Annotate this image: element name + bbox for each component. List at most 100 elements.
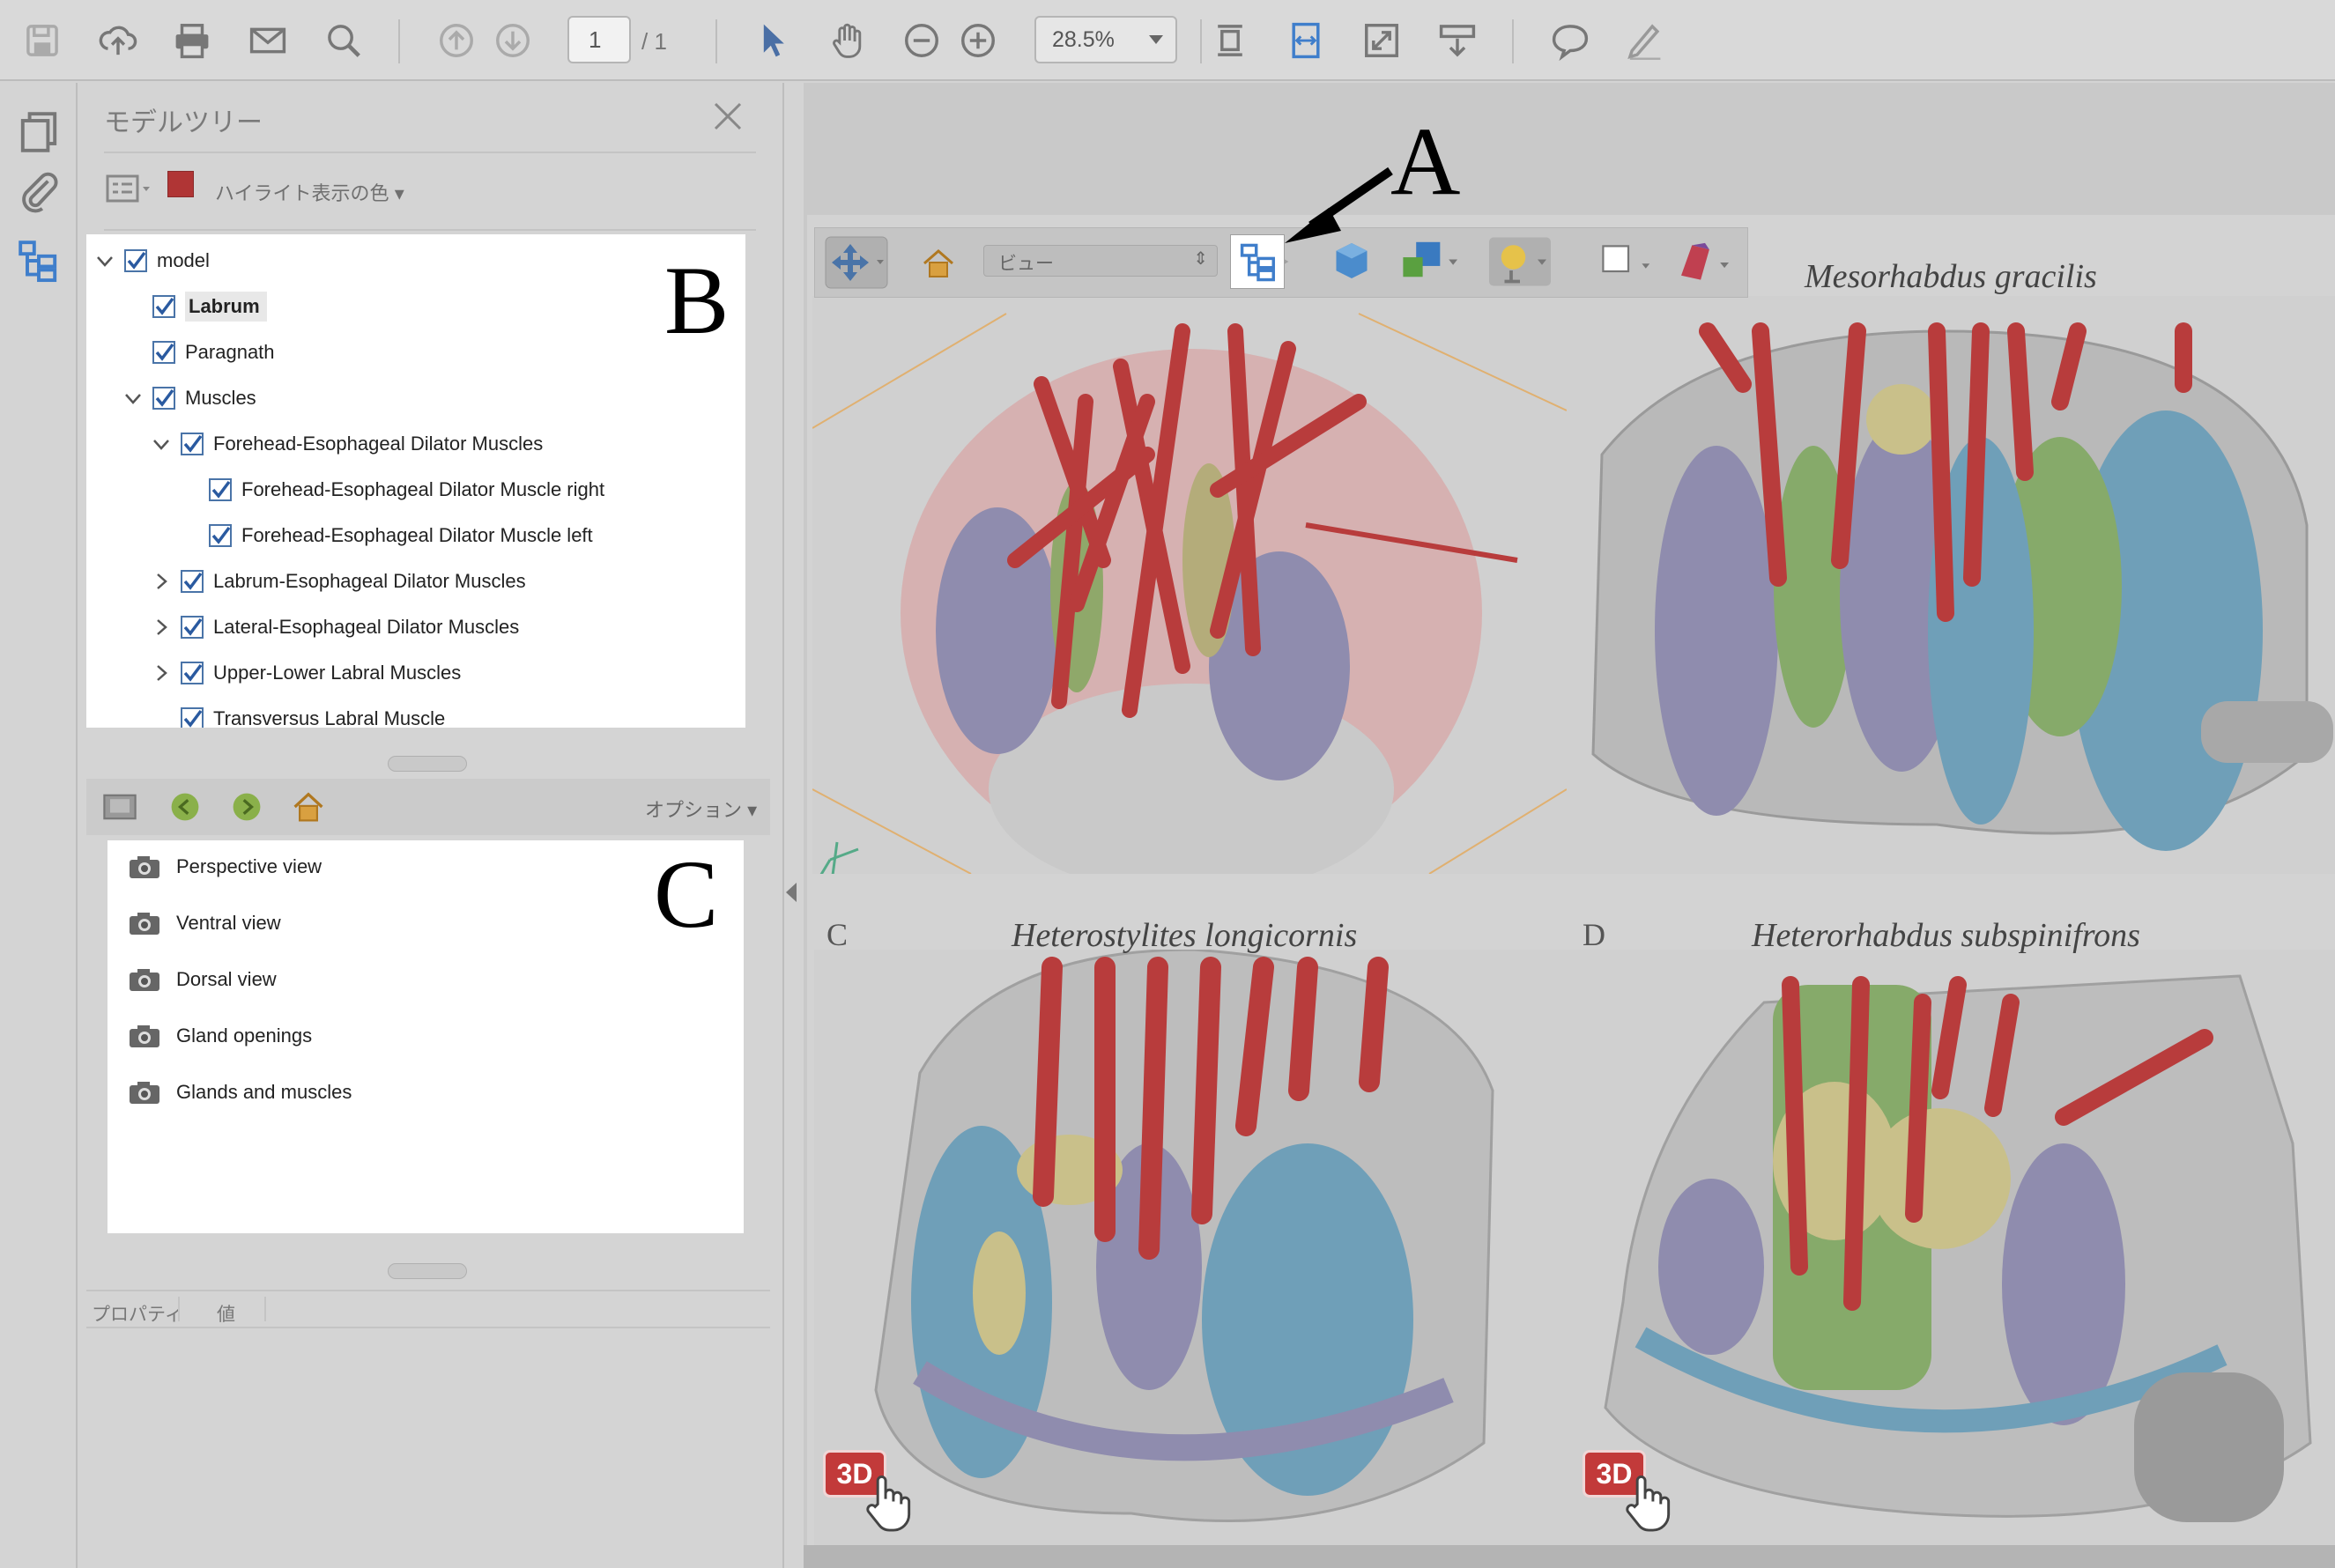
tree-item[interactable]: Upper-Lower Labral Muscles — [152, 654, 461, 692]
checkbox[interactable] — [123, 248, 148, 273]
annotation-b: B — [664, 247, 730, 354]
tree-item[interactable]: Forehead-Esophageal Dilator Muscles — [152, 425, 543, 463]
checkbox[interactable] — [180, 706, 204, 728]
page-total: / 1 — [641, 28, 667, 55]
search-icon[interactable] — [317, 14, 370, 67]
home-icon[interactable] — [921, 246, 956, 281]
fullscreen-icon[interactable] — [1355, 14, 1408, 67]
hand-pointer-icon — [1626, 1475, 1671, 1532]
chevron-down-icon[interactable] — [123, 388, 143, 408]
checkbox[interactable] — [180, 615, 204, 640]
chevron-down-icon[interactable] — [152, 434, 171, 454]
prev-page-icon[interactable] — [430, 14, 483, 67]
horizontal-scrollbar[interactable] — [804, 1545, 2335, 1568]
view-select[interactable]: ビュー ⇕ — [983, 245, 1218, 277]
zoom-level-select[interactable]: 28.5% — [1034, 16, 1177, 63]
cross-section-icon[interactable] — [1672, 239, 1738, 286]
panel-letter: D — [1583, 917, 1605, 952]
background-color-icon[interactable] — [1597, 242, 1659, 281]
chevron-right-icon[interactable] — [152, 663, 171, 683]
checkbox[interactable] — [152, 340, 176, 365]
species-label: Mesorhabdus gracilis — [1805, 258, 2097, 295]
3d-model-top-right[interactable] — [1567, 296, 2335, 874]
comment-icon[interactable] — [1544, 14, 1597, 67]
property-column-header: プロパティ — [92, 1305, 183, 1325]
chevron-updown-icon: ⇕ — [1193, 249, 1208, 269]
hand-icon[interactable] — [821, 14, 874, 67]
default-view-icon[interactable] — [100, 788, 139, 826]
saved-view-item[interactable]: Dorsal view — [129, 962, 277, 997]
tree-item-label: Transversus Labral Muscle — [213, 707, 446, 728]
checkbox[interactable] — [180, 569, 204, 594]
tree-item[interactable]: Forehead-Esophageal Dilator Muscle left — [180, 516, 593, 555]
zoom-in-icon[interactable] — [952, 14, 1004, 67]
close-icon[interactable] — [710, 99, 745, 134]
tree-item[interactable]: model — [95, 241, 210, 280]
pages-icon[interactable] — [16, 109, 62, 155]
select-arrow-icon[interactable] — [745, 14, 798, 67]
saved-view-label: Gland openings — [176, 1024, 313, 1047]
tree-item-label: Upper-Lower Labral Muscles — [213, 662, 462, 684]
tree-item-label: model — [157, 249, 210, 271]
chevron-right-icon[interactable] — [152, 618, 171, 637]
3d-model-top-left[interactable] — [812, 296, 1567, 874]
highlight-color-dropdown[interactable]: ハイライト表示の色 ▾ — [215, 178, 404, 206]
upload-icon[interactable] — [92, 14, 145, 67]
chevron-down-icon — [1149, 35, 1163, 44]
tree-item[interactable]: Muscles — [123, 379, 256, 418]
mail-icon[interactable] — [241, 14, 294, 67]
lighting-icon[interactable] — [1486, 235, 1553, 288]
next-view-icon[interactable] — [227, 788, 266, 826]
tree-item[interactable]: Forehead-Esophageal Dilator Muscle right — [180, 470, 604, 509]
saved-view-item[interactable]: Gland openings — [129, 1018, 312, 1054]
checkbox[interactable] — [180, 432, 204, 456]
checkbox[interactable] — [208, 477, 233, 502]
previous-view-icon[interactable] — [166, 788, 204, 826]
panel-letter: C — [827, 917, 849, 952]
page-number-input[interactable]: 1 — [567, 16, 631, 63]
scroll-icon[interactable] — [1431, 14, 1484, 67]
checkbox[interactable] — [152, 294, 176, 319]
panel-splitter[interactable] — [388, 1263, 467, 1279]
panel-splitter[interactable] — [388, 756, 467, 772]
annotation-a: A — [1390, 107, 1461, 215]
zoom-out-icon[interactable] — [895, 14, 948, 67]
collapse-panel-icon[interactable] — [786, 883, 797, 902]
toggle-model-tree-button[interactable] — [1230, 234, 1285, 289]
highlight-color-swatch[interactable] — [167, 171, 194, 197]
annotation-c: C — [654, 840, 719, 948]
chevron-down-icon[interactable] — [95, 251, 115, 270]
3d-model-bottom-left[interactable] — [814, 950, 1572, 1545]
rotate-tool-icon[interactable] — [824, 235, 889, 290]
main-toolbar: 1 / 1 28.5% — [0, 0, 2335, 81]
fit-page-icon[interactable] — [1204, 14, 1256, 67]
saved-view-label: Glands and muscles — [176, 1081, 352, 1103]
3d-model-bottom-right[interactable] — [1570, 950, 2335, 1545]
tree-item[interactable]: Transversus Labral Muscle — [152, 699, 445, 728]
tree-item[interactable]: Lateral-Esophageal Dilator Muscles — [152, 608, 519, 647]
chevron-right-icon[interactable] — [152, 572, 171, 591]
fit-width-icon[interactable] — [1279, 14, 1332, 67]
saved-view-item[interactable]: Glands and muscles — [129, 1075, 352, 1110]
tree-item[interactable]: Labrum — [123, 287, 267, 326]
home-view-icon[interactable] — [289, 788, 328, 826]
attachment-icon[interactable] — [16, 167, 62, 213]
tree-item-label: Forehead-Esophageal Dilator Muscles — [213, 433, 544, 455]
checkbox[interactable] — [152, 386, 176, 410]
camera-icon — [130, 969, 159, 991]
tree-item[interactable]: Labrum-Esophageal Dilator Muscles — [152, 562, 526, 601]
next-page-icon[interactable] — [486, 14, 539, 67]
saved-view-item[interactable]: Ventral view — [129, 906, 281, 941]
list-options-icon[interactable] — [106, 174, 155, 204]
zoom-level-value: 28.5% — [1052, 26, 1115, 52]
checkbox[interactable] — [180, 661, 204, 685]
options-dropdown[interactable]: オプション ▾ — [645, 795, 757, 823]
print-icon[interactable] — [166, 14, 219, 67]
render-mode-icon[interactable] — [1397, 237, 1462, 286]
save-icon[interactable] — [16, 14, 69, 67]
checkbox[interactable] — [208, 523, 233, 548]
sign-icon[interactable] — [1618, 14, 1671, 67]
model-tree-icon[interactable] — [16, 238, 62, 284]
tree-item[interactable]: Paragnath — [123, 333, 275, 372]
saved-view-item[interactable]: Perspective view — [129, 849, 322, 884]
